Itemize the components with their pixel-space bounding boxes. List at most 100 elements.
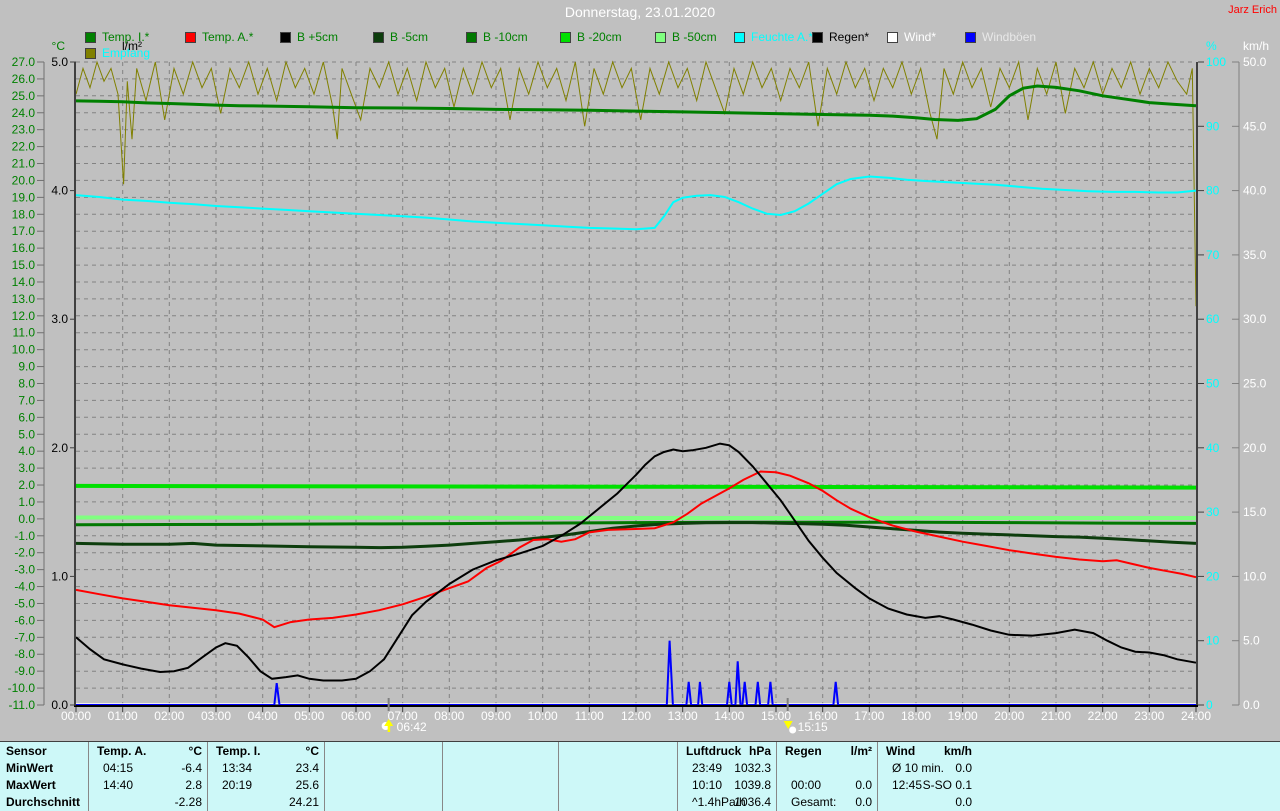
table-cell-time: Gesamt: — [791, 795, 836, 809]
table-cell-value: 1039.8 — [734, 778, 771, 792]
table-cell-value: 0.0 — [855, 778, 872, 792]
svg-text:70: 70 — [1206, 248, 1220, 262]
table-row: 13:3423.4 — [208, 761, 325, 777]
x-axis-labels: 00:0001:0002:0003:0004:0005:0006:0007:00… — [61, 707, 1211, 723]
table-row: 23:491032.3 — [678, 761, 777, 777]
table-row — [443, 795, 559, 811]
svg-text:15.0: 15.0 — [1243, 505, 1267, 519]
svg-text:°C: °C — [52, 39, 66, 53]
table-group-name: Luftdruck — [686, 744, 741, 758]
table-group-empty — [558, 742, 678, 811]
table-cell-value: 1032.3 — [734, 761, 771, 775]
svg-text:19:00: 19:00 — [948, 709, 978, 723]
table-group-unit: km/h — [944, 744, 972, 758]
svg-text:18.0: 18.0 — [12, 207, 36, 221]
svg-text:11:00: 11:00 — [575, 709, 604, 723]
series-b-minus20 — [76, 486, 1196, 488]
table-row: 0.0 — [878, 795, 978, 811]
table-cell-value: 0.0 — [955, 795, 972, 809]
table-row — [325, 761, 443, 777]
svg-text:17:00: 17:00 — [854, 709, 884, 723]
svg-text:18:00: 18:00 — [901, 709, 931, 723]
svg-text:0.0: 0.0 — [18, 512, 35, 526]
svg-text:50: 50 — [1206, 377, 1220, 391]
table-cell-value: 24.21 — [289, 795, 319, 809]
svg-text:3.0: 3.0 — [51, 312, 68, 326]
rain-axis-labels: 5.04.03.02.01.00.0 — [51, 55, 76, 712]
svg-text:22.0: 22.0 — [12, 140, 36, 154]
svg-text:30.0: 30.0 — [1243, 312, 1267, 326]
sunset-time-label: 15:15 — [798, 720, 828, 734]
svg-text:40: 40 — [1206, 441, 1220, 455]
svg-text:35.0: 35.0 — [1243, 248, 1267, 262]
table-row: -2.28 — [89, 795, 208, 811]
svg-text:11.0: 11.0 — [13, 326, 36, 340]
svg-text:7.0: 7.0 — [18, 393, 35, 407]
table-cell-time: 00:00 — [791, 778, 821, 792]
svg-text:19.0: 19.0 — [12, 190, 36, 204]
svg-text:-8.0: -8.0 — [14, 647, 35, 661]
table-group-name: Temp. A. — [97, 744, 146, 758]
svg-text:10.0: 10.0 — [1243, 569, 1267, 583]
svg-text:25.0: 25.0 — [1243, 377, 1267, 391]
svg-text:3.0: 3.0 — [18, 461, 35, 475]
svg-text:24.0: 24.0 — [12, 106, 36, 120]
table-cell-value: 25.6 — [296, 778, 319, 792]
table-row — [777, 761, 878, 777]
table-row-label: MaxWert — [6, 778, 56, 792]
svg-text:40.0: 40.0 — [1243, 184, 1267, 198]
svg-text:27.0: 27.0 — [12, 55, 36, 69]
table-cell-value: 0.0 — [855, 795, 872, 809]
svg-text:25.0: 25.0 — [12, 89, 36, 103]
svg-text:2.0: 2.0 — [51, 441, 68, 455]
svg-text:21:00: 21:00 — [1041, 709, 1071, 723]
table-row-label: Durchschnitt — [6, 795, 80, 809]
svg-text:14.0: 14.0 — [12, 275, 36, 289]
table-row: 00:00 0.0 — [777, 778, 878, 794]
table-row: 20:1925.6 — [208, 778, 325, 794]
stats-table: SensorMinWertMaxWertDurchschnittTemp. A.… — [0, 741, 1280, 811]
svg-text:%: % — [1206, 39, 1217, 53]
svg-text:20: 20 — [1206, 569, 1220, 583]
svg-text:13:00: 13:00 — [668, 709, 698, 723]
svg-text:5.0: 5.0 — [1243, 634, 1260, 648]
svg-text:1.0: 1.0 — [51, 569, 68, 583]
table-row: 12:45S-SO 0.1 — [878, 778, 978, 794]
svg-text:-9.0: -9.0 — [14, 664, 35, 678]
table-group-name: Wind — [886, 744, 915, 758]
table-cell-time: Ø 10 min. — [892, 761, 944, 775]
table-cell-value: 0.0 — [955, 761, 972, 775]
table-group-name: Temp. I. — [216, 744, 260, 758]
svg-text:-10.0: -10.0 — [8, 681, 36, 695]
table-row-label: MinWert — [6, 761, 53, 775]
table-cell-time: 04:15 — [103, 761, 133, 775]
table-group-name: Regen — [785, 744, 822, 758]
table-group-unit: l/m² — [851, 744, 872, 758]
series-b-minus10 — [76, 522, 1196, 525]
table-row: ^1.4hPa/h1036.4 — [678, 795, 777, 811]
svg-text:24:00: 24:00 — [1181, 709, 1211, 723]
table-row — [325, 778, 443, 794]
svg-text:22:00: 22:00 — [1088, 709, 1118, 723]
table-row — [443, 778, 559, 794]
table-cell-time: 12:45 — [892, 778, 922, 792]
svg-text:10.0: 10.0 — [12, 343, 36, 357]
svg-text:6.0: 6.0 — [18, 410, 35, 424]
svg-text:05:00: 05:00 — [294, 709, 324, 723]
svg-text:20.0: 20.0 — [1243, 441, 1267, 455]
table-row: 24.21 — [208, 795, 325, 811]
svg-text:12:00: 12:00 — [621, 709, 651, 723]
table-row — [559, 761, 678, 777]
table-row — [443, 761, 559, 777]
svg-text:2.0: 2.0 — [18, 478, 35, 492]
table-row: 14:402.8 — [89, 778, 208, 794]
svg-text:16.0: 16.0 — [12, 241, 36, 255]
table-cell-value: -6.4 — [181, 761, 202, 775]
table-row — [559, 795, 678, 811]
svg-text:-7.0: -7.0 — [14, 630, 35, 644]
svg-text:-3.0: -3.0 — [14, 563, 35, 577]
svg-text:14:00: 14:00 — [714, 709, 744, 723]
table-row: 04:15 -6.4 — [89, 761, 208, 777]
table-group-unit: °C — [189, 744, 202, 758]
temp-axis-labels: 27.026.025.024.023.022.021.020.019.018.0… — [8, 55, 44, 712]
